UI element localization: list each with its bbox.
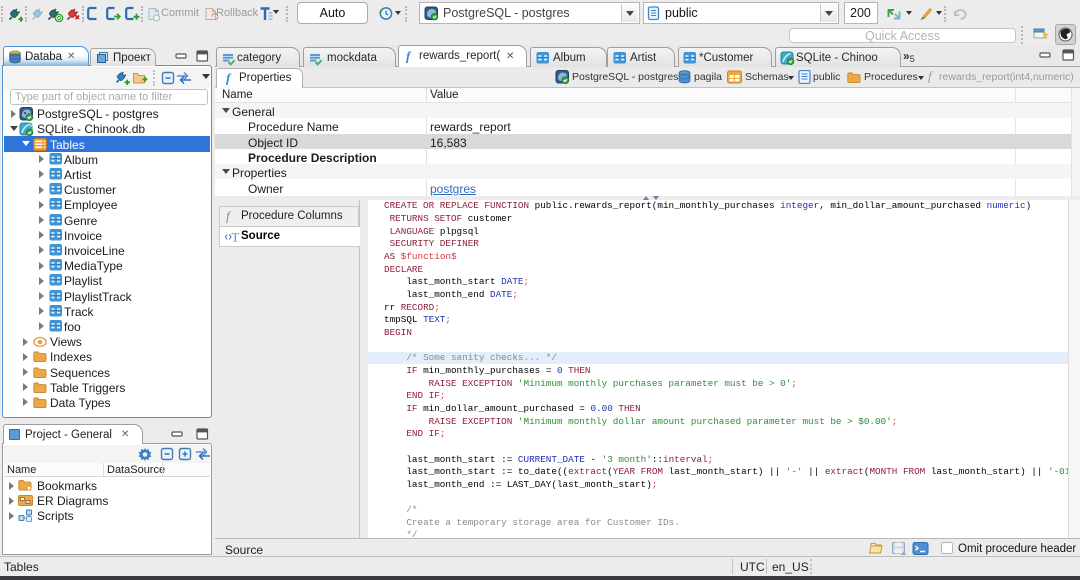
svg-text:f: f <box>928 69 934 84</box>
svg-text:T: T <box>232 231 240 245</box>
svg-text:f: f <box>226 209 232 224</box>
